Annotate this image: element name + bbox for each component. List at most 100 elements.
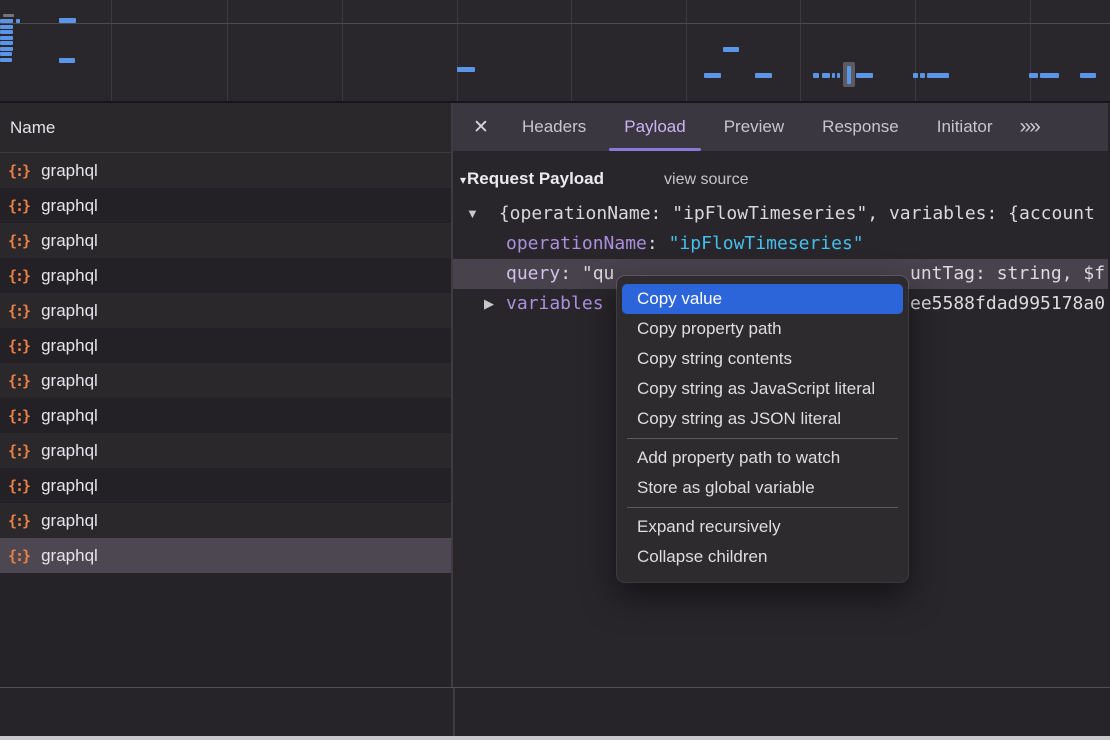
network-request-row[interactable]: {:}graphql — [0, 503, 451, 538]
network-request-row[interactable]: {:}graphql — [0, 468, 451, 503]
request-timing-bar — [837, 73, 840, 78]
detail-tabs: HeadersPayloadPreviewResponseInitiator — [503, 103, 1011, 151]
timeline-gridline — [1030, 0, 1031, 101]
request-timing-bar — [755, 73, 772, 78]
request-name: graphql — [41, 231, 98, 251]
request-timing-bar — [927, 73, 949, 78]
timeline-gridline — [342, 0, 343, 101]
network-request-row[interactable]: {:}graphql — [0, 293, 451, 328]
network-request-row[interactable]: {:} graphql — [0, 398, 451, 433]
network-request-row[interactable]: {:} graphql — [0, 223, 451, 258]
tab-preview[interactable]: Preview — [705, 103, 803, 151]
more-tabs-icon[interactable]: »» — [1019, 115, 1038, 139]
request-name: graphql — [41, 301, 98, 321]
request-timing-bar — [1080, 73, 1096, 78]
network-request-row[interactable]: {:} graphql — [0, 188, 451, 223]
request-timing-bar — [1040, 73, 1059, 78]
request-timing-bar — [0, 30, 13, 34]
payload-tree-row[interactable]: ▼ {operationName: "ipFlowTimeseries", va… — [453, 199, 1108, 229]
request-timing-bar — [0, 52, 12, 56]
menu-item-copy-string-contents[interactable]: Copy string contents — [617, 344, 908, 374]
json-file-icon: {:} — [8, 407, 29, 425]
request-timing-bar — [832, 73, 835, 78]
tab-initiator[interactable]: Initiator — [918, 103, 1012, 151]
request-list: {:} graphql {:} graphql {:} graphql {:} graphql… — [0, 153, 451, 573]
request-name: graphql — [41, 336, 98, 356]
context-menu: Copy valueCopy property pathCopy string … — [617, 276, 908, 582]
menu-item-store-as-global-variable[interactable]: Store as global variable — [617, 473, 908, 503]
request-timing-bar — [3, 14, 14, 17]
request-timing-bar — [920, 73, 925, 78]
section-expander-icon[interactable]: ▾ — [460, 173, 466, 187]
tree-row-text-continued: untTag: string, $f — [910, 259, 1105, 289]
json-file-icon: {:} — [8, 547, 29, 565]
tab-payload[interactable]: Payload — [605, 103, 704, 151]
request-timing-bar — [1029, 73, 1038, 78]
tree-expander-icon[interactable]: ▼ — [466, 199, 479, 229]
network-request-row[interactable]: {:} graphql — [0, 328, 451, 363]
footer-area — [0, 687, 1110, 736]
json-file-icon: {:} — [8, 267, 29, 285]
request-timing-bar — [0, 58, 12, 62]
panel-divider — [453, 688, 455, 736]
menu-item-copy-value[interactable]: Copy value — [622, 284, 903, 314]
menu-item-copy-string-as-javascript-literal[interactable]: Copy string as JavaScript literal — [617, 374, 908, 404]
name-column-label: Name — [10, 118, 55, 138]
request-timing-bar — [457, 67, 475, 72]
timeline-gridline — [800, 0, 801, 101]
request-name: graphql — [41, 371, 98, 391]
request-timing-bar — [0, 36, 13, 40]
tree-row-text: operationName: "ipFlowTimeseries" — [506, 229, 864, 259]
request-name: graphql — [41, 161, 98, 181]
menu-item-collapse-children[interactable]: Collapse children — [617, 542, 908, 572]
request-timing-bar — [0, 25, 13, 29]
request-name: graphql — [41, 406, 98, 426]
timeline-gridline-horizontal — [0, 23, 1110, 24]
network-request-row[interactable]: {:}graphql — [0, 538, 451, 573]
tree-expander-icon[interactable]: ▶ — [484, 289, 494, 319]
request-name: graphql — [41, 441, 98, 461]
timeline-gridline — [111, 0, 112, 101]
request-timing-bar — [59, 58, 75, 63]
request-name: graphql — [41, 476, 98, 496]
network-overview-timeline[interactable] — [0, 0, 1110, 103]
request-payload-section-header: ▾ Request Payload view source — [453, 151, 1108, 199]
json-file-icon: {:} — [8, 512, 29, 530]
request-timing-bar — [704, 73, 721, 78]
request-name: graphql — [41, 196, 98, 216]
request-name: graphql — [41, 266, 98, 286]
timeline-gridline — [227, 0, 228, 101]
tab-response[interactable]: Response — [803, 103, 918, 151]
json-file-icon: {:} — [8, 197, 29, 215]
payload-tree-row[interactable]: operationName: "ipFlowTimeseries" — [453, 229, 1108, 259]
request-timing-bar — [822, 73, 830, 78]
json-file-icon: {:} — [8, 232, 29, 250]
json-file-icon: {:} — [8, 337, 29, 355]
request-timing-bar — [0, 41, 13, 45]
menu-item-add-property-path-to-watch[interactable]: Add property path to watch — [617, 443, 908, 473]
network-request-row[interactable]: {:}graphql — [0, 153, 451, 188]
section-title: Request Payload — [467, 169, 604, 189]
json-file-icon: {:} — [8, 372, 29, 390]
view-source-link[interactable]: view source — [664, 171, 748, 189]
name-column-header[interactable]: Name — [0, 103, 451, 153]
network-request-row[interactable]: {:} graphql — [0, 258, 451, 293]
request-timing-bar — [16, 19, 20, 23]
close-icon[interactable]: ✕ — [473, 116, 503, 139]
menu-item-copy-string-as-json-literal[interactable]: Copy string as JSON literal — [617, 404, 908, 434]
menu-item-copy-property-path[interactable]: Copy property path — [617, 314, 908, 344]
tree-row-text: {operationName: "ipFlowTimeseries", vari… — [488, 199, 1095, 229]
tree-row-text: variables — [506, 289, 604, 319]
request-timing-bar — [0, 47, 13, 51]
request-timing-bar — [856, 73, 873, 78]
request-timing-bar — [0, 19, 13, 23]
request-list-panel: Name {:}graphql{:}graphql{:}graphql{:}gr… — [0, 103, 453, 687]
network-request-row[interactable]: {:} graphql — [0, 363, 451, 398]
timeline-gridline — [571, 0, 572, 101]
tab-headers[interactable]: Headers — [503, 103, 605, 151]
request-timing-bar — [847, 66, 851, 84]
network-request-row[interactable]: {:}graphql — [0, 433, 451, 468]
menu-item-expand-recursively[interactable]: Expand recursively — [617, 512, 908, 542]
timeline-gridline — [457, 0, 458, 101]
request-timing-bar — [913, 73, 918, 78]
